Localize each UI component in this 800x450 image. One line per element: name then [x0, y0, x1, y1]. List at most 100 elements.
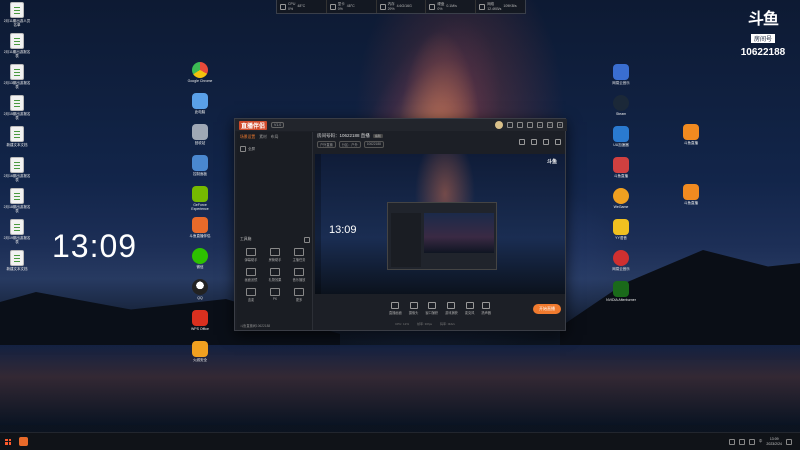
douyu-shortcut[interactable]: 斗鱼直播: [676, 184, 706, 205]
desktop-doc-icon[interactable]: 新建文本文档: [2, 250, 32, 271]
afterburner-shortcut[interactable]: NVIDIA Afterburner: [606, 281, 636, 302]
lake-reflection: [0, 345, 800, 425]
menu-icon[interactable]: [527, 122, 533, 128]
perf-memory: 内存 29% 4.6G/16G: [377, 0, 427, 13]
desktop-doc-icon[interactable]: 2月13期出游报名表: [2, 64, 32, 89]
volume-icon[interactable]: [748, 438, 755, 445]
notification-icon[interactable]: [786, 438, 792, 445]
steam-shortcut[interactable]: Steam: [606, 95, 636, 116]
tool-item[interactable]: 画面滤镜: [240, 268, 262, 282]
gift-icon[interactable]: [519, 139, 525, 145]
tool-item[interactable]: 连麦: [240, 288, 262, 302]
nvidia-icon: [192, 186, 208, 202]
speaker-button[interactable]: 扬声器: [481, 301, 491, 315]
desktop-doc-icon[interactable]: 2月11期出游报名表: [2, 33, 32, 58]
taskbar-douyu-icon[interactable]: [19, 437, 28, 446]
desktop-doc-icon[interactable]: 2月15期出游报名表: [2, 95, 32, 120]
settings-icon[interactable]: [517, 122, 523, 128]
tool-item[interactable]: 音乐播放: [288, 268, 310, 282]
tool-item[interactable]: 更多: [288, 288, 310, 302]
icon-label: YY语音: [615, 236, 627, 240]
icon-label: 2月11期出游人员名单: [3, 19, 31, 27]
scene-item[interactable]: 全屏: [240, 145, 309, 153]
app-titlebar[interactable]: 直播伴侣 V1.0 – □ ×: [235, 119, 567, 131]
tool-item[interactable]: PK: [264, 288, 286, 302]
music-icon: [613, 250, 629, 266]
control-panel-shortcut[interactable]: 控制面板: [185, 155, 215, 176]
close-button[interactable]: ×: [557, 122, 563, 128]
qq-shortcut[interactable]: QQ: [185, 279, 215, 300]
game-capture-button[interactable]: 游戏捕获: [445, 301, 458, 315]
douyu-icon: [683, 124, 699, 140]
chart-icon[interactable]: [531, 139, 537, 145]
tool-icon: [270, 268, 280, 276]
window-capture-button[interactable]: 窗口捕获: [425, 301, 438, 315]
tool-item[interactable]: 房管助手: [264, 248, 286, 262]
chrome-shortcut[interactable]: Google Chrome: [185, 62, 215, 83]
tool-item[interactable]: 主播任务: [288, 248, 310, 262]
source-toolbar: 直播画面 摄像头 窗口捕获 游戏捕获 麦克风 扬声器 开始直播: [315, 296, 565, 320]
geforce-shortcut[interactable]: GeForce Experience: [185, 186, 215, 211]
chevron-up-icon[interactable]: [728, 438, 735, 445]
douyu-live-shortcut[interactable]: 斗鱼直播: [606, 157, 636, 178]
eye-icon[interactable]: [240, 146, 246, 152]
text-file-icon: [10, 126, 24, 142]
tool-label: PK: [272, 297, 278, 301]
gpu-icon: [329, 3, 336, 10]
icon-label: 2月18期出游报名表: [3, 205, 31, 213]
settings-icon[interactable]: [304, 237, 310, 243]
desktop-doc-icon[interactable]: 2月18期出游报名表: [2, 188, 32, 213]
perf-value: 48°C: [297, 4, 306, 9]
douyu-watermark: 斗鱼 房间号 10622188: [738, 12, 788, 59]
icon-label: QQ: [197, 296, 203, 300]
desktop-doc-icon[interactable]: 2月19期出游报名表: [2, 219, 32, 244]
share-icon[interactable]: [555, 139, 561, 145]
tab-material[interactable]: 素材: [259, 135, 267, 140]
douyu-companion-shortcut[interactable]: 斗鱼直播伴侣: [185, 217, 215, 238]
tool-item[interactable]: 礼物效果: [264, 268, 286, 282]
tab-layout[interactable]: 布局: [271, 135, 279, 140]
network-icon[interactable]: [738, 438, 745, 445]
stream-preview[interactable]: 斗鱼 13:09: [315, 154, 565, 294]
perf-value: 0%: [337, 6, 343, 11]
message-icon[interactable]: [507, 122, 513, 128]
this-pc-shortcut[interactable]: 此电脑: [185, 93, 215, 114]
netease-music-shortcut[interactable]: 网易云音乐: [606, 64, 636, 85]
gear-icon[interactable]: [543, 139, 549, 145]
input-language[interactable]: 中: [759, 439, 763, 444]
tool-item[interactable]: 弹幕助手: [240, 248, 262, 262]
douyu-shortcut[interactable]: 斗鱼直播: [676, 124, 706, 145]
wegame-shortcut[interactable]: WeGame: [606, 188, 636, 209]
microphone-button[interactable]: 麦克风: [465, 301, 474, 315]
taskbar-clock[interactable]: 13:09 2023/2/24: [766, 437, 782, 446]
system-tray: 中 13:09 2023/2/24: [728, 437, 800, 446]
icon-label: UU加速器: [613, 143, 629, 147]
stream-tag[interactable]: 户外直播: [317, 141, 336, 148]
scene-tabs: 场景设置 素材 布局: [237, 132, 312, 143]
desktop-doc-icon[interactable]: 2月16期出游报名表: [2, 157, 32, 182]
icon-label: 微信: [196, 265, 204, 269]
yy-shortcut[interactable]: YY语音: [606, 219, 636, 240]
douyu-logo: 斗鱼: [546, 159, 557, 165]
memory-icon: [379, 3, 386, 10]
start-live-button[interactable]: 开始直播: [533, 304, 561, 314]
netease-cloud-shortcut[interactable]: 网易云音乐: [606, 250, 636, 271]
recycle-bin-shortcut[interactable]: 回收站: [185, 124, 215, 145]
camera-button[interactable]: 摄像头: [409, 301, 418, 315]
minimize-button[interactable]: –: [537, 122, 543, 128]
tab-scene[interactable]: 场景设置: [240, 135, 255, 140]
desktop-doc-icon[interactable]: 2月11期出游人员名单: [2, 2, 32, 27]
desktop-doc-icon[interactable]: 新建文本文档: [2, 126, 32, 147]
edit-badge[interactable]: 编辑: [372, 134, 383, 138]
maximize-button[interactable]: □: [547, 122, 553, 128]
uu-accelerator-shortcut[interactable]: UU加速器: [606, 126, 636, 147]
stream-title[interactable]: 房间号码：10622188 直播: [317, 133, 370, 139]
screen-capture-button[interactable]: 直播画面: [389, 301, 402, 315]
stream-tag[interactable]: 分区：户外: [338, 141, 361, 148]
avatar[interactable]: [495, 121, 503, 129]
start-button[interactable]: [5, 438, 11, 445]
wps-shortcut[interactable]: WPS Office: [185, 310, 215, 331]
huorong-shortcut[interactable]: 火绒安全: [185, 341, 215, 362]
wechat-shortcut[interactable]: 微信: [185, 248, 215, 269]
tool-icon: [246, 288, 256, 296]
